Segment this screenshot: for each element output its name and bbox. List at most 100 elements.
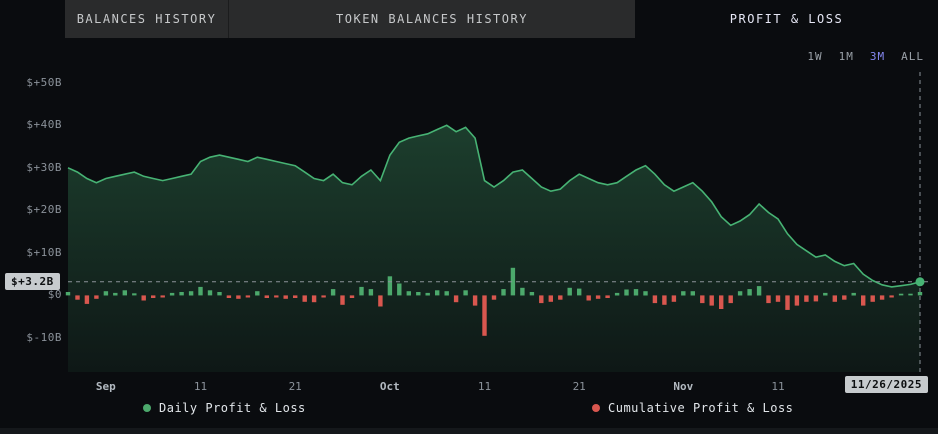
daily-bar[interactable] [700, 295, 704, 303]
daily-bar[interactable] [255, 291, 259, 295]
daily-bar[interactable] [426, 293, 430, 296]
daily-bar[interactable] [823, 293, 827, 296]
daily-bar[interactable] [340, 295, 344, 304]
daily-bar[interactable] [889, 295, 893, 297]
daily-bar[interactable] [729, 295, 733, 303]
daily-bar[interactable] [236, 295, 240, 298]
daily-bar[interactable] [558, 295, 562, 299]
daily-bar[interactable] [624, 290, 628, 296]
daily-bar[interactable] [217, 292, 221, 295]
daily-bar[interactable] [274, 295, 278, 297]
daily-bar[interactable] [407, 291, 411, 295]
daily-bar[interactable] [804, 295, 808, 301]
daily-bar[interactable] [880, 295, 884, 299]
daily-bar[interactable] [852, 293, 856, 296]
range-option-all[interactable]: ALL [901, 50, 924, 63]
daily-bar[interactable] [75, 295, 79, 299]
daily-bar[interactable] [473, 295, 477, 305]
daily-bar[interactable] [435, 290, 439, 295]
daily-bar[interactable] [691, 291, 695, 295]
daily-bar[interactable] [312, 295, 316, 302]
daily-bar[interactable] [908, 294, 912, 296]
daily-bar[interactable] [303, 295, 307, 301]
daily-bar[interactable] [918, 292, 922, 295]
daily-bar[interactable] [445, 291, 449, 295]
daily-bar[interactable] [871, 295, 875, 301]
daily-bar[interactable] [719, 295, 723, 309]
daily-bar[interactable] [861, 295, 865, 305]
daily-bar[interactable] [710, 295, 714, 305]
plot-canvas[interactable] [68, 70, 936, 372]
daily-bar[interactable] [833, 295, 837, 301]
daily-bar[interactable] [331, 289, 335, 295]
legend-item-daily[interactable]: Daily Profit & Loss [143, 401, 306, 415]
daily-bar[interactable] [672, 295, 676, 301]
daily-bar[interactable] [747, 289, 751, 295]
daily-bar[interactable] [577, 289, 581, 296]
daily-bar[interactable] [662, 295, 666, 304]
daily-bar[interactable] [501, 289, 505, 295]
range-option-3m[interactable]: 3M [870, 50, 885, 63]
daily-bar[interactable] [66, 292, 70, 295]
daily-bar[interactable] [179, 292, 183, 295]
tab-token-balances-history[interactable]: TOKEN BALANCES HISTORY [228, 0, 635, 38]
daily-bar[interactable] [814, 295, 818, 301]
daily-bar[interactable] [738, 291, 742, 295]
daily-bar[interactable] [568, 288, 572, 296]
daily-bar[interactable] [151, 295, 155, 298]
daily-bar[interactable] [284, 295, 288, 298]
daily-bar[interactable] [397, 284, 401, 296]
daily-bar[interactable] [482, 295, 486, 335]
daily-bar[interactable] [539, 295, 543, 303]
daily-bar[interactable] [189, 291, 193, 295]
daily-bar[interactable] [766, 295, 770, 303]
daily-bar[interactable] [520, 288, 524, 296]
legend-item-cumulative[interactable]: Cumulative Profit & Loss [592, 401, 793, 415]
daily-bar[interactable] [549, 295, 553, 301]
daily-bar[interactable] [359, 287, 363, 296]
daily-bar[interactable] [681, 291, 685, 295]
daily-bar[interactable] [643, 291, 647, 295]
daily-bar[interactable] [416, 292, 420, 295]
daily-bar[interactable] [350, 295, 354, 298]
daily-bar[interactable] [899, 294, 903, 296]
tab-balances-history[interactable]: BALANCES HISTORY [65, 0, 228, 38]
daily-bar[interactable] [113, 293, 117, 296]
daily-bar[interactable] [757, 286, 761, 295]
daily-bar[interactable] [587, 295, 591, 300]
daily-bar[interactable] [265, 295, 269, 298]
daily-bar[interactable] [653, 295, 657, 303]
daily-bar[interactable] [170, 293, 174, 296]
daily-bar[interactable] [208, 290, 212, 295]
daily-bar[interactable] [463, 290, 467, 295]
range-option-1m[interactable]: 1M [839, 50, 854, 63]
daily-bar[interactable] [293, 295, 297, 298]
daily-bar[interactable] [123, 290, 127, 295]
daily-bar[interactable] [132, 293, 136, 295]
daily-bar[interactable] [634, 289, 638, 295]
daily-bar[interactable] [530, 292, 534, 295]
daily-bar[interactable] [142, 295, 146, 300]
tab-profit-loss[interactable]: PROFIT & LOSS [635, 0, 938, 38]
daily-bar[interactable] [161, 295, 165, 297]
daily-bar[interactable] [842, 295, 846, 299]
daily-bar[interactable] [454, 295, 458, 302]
range-option-1w[interactable]: 1W [807, 50, 822, 63]
daily-bar[interactable] [776, 295, 780, 301]
daily-bar[interactable] [94, 295, 98, 298]
daily-bar[interactable] [596, 295, 600, 298]
daily-bar[interactable] [785, 295, 789, 310]
daily-bar[interactable] [795, 295, 799, 305]
daily-bar[interactable] [378, 295, 382, 306]
daily-bar[interactable] [369, 289, 373, 295]
daily-bar[interactable] [605, 295, 609, 298]
daily-bar[interactable] [615, 293, 619, 296]
daily-bar[interactable] [227, 295, 231, 298]
daily-bar[interactable] [198, 287, 202, 296]
daily-bar[interactable] [388, 276, 392, 295]
daily-bar[interactable] [321, 295, 325, 297]
daily-bar[interactable] [492, 295, 496, 299]
daily-bar[interactable] [104, 291, 108, 295]
daily-bar[interactable] [85, 295, 89, 304]
daily-bar[interactable] [246, 295, 250, 297]
